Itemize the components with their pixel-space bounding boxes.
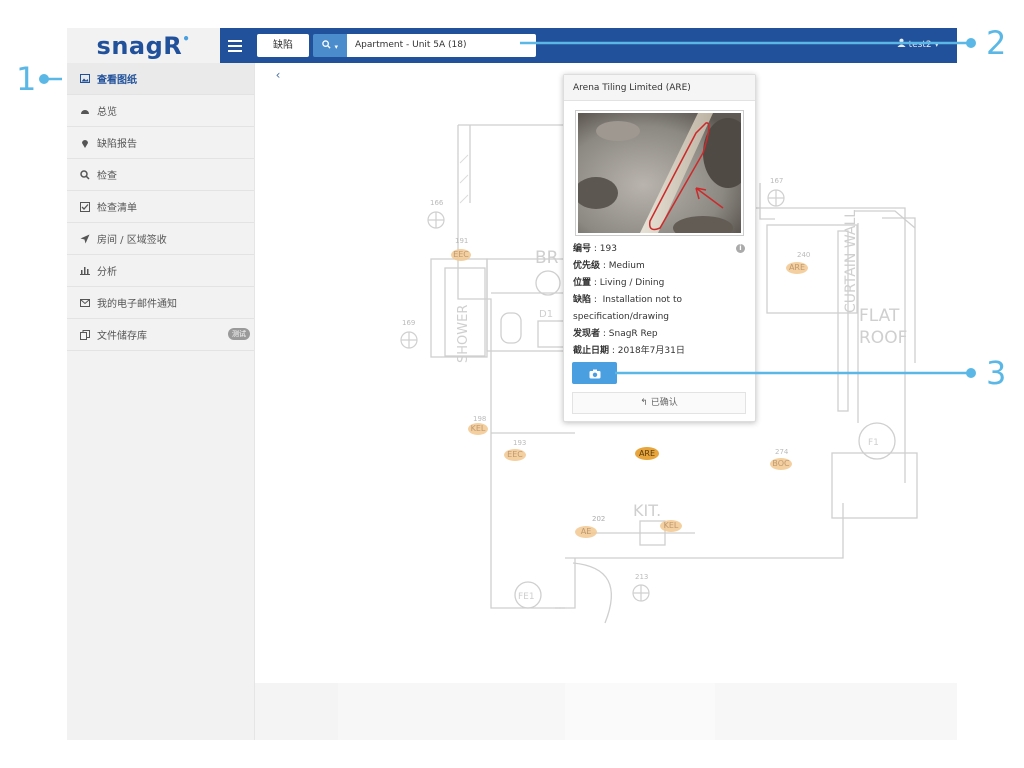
sidebar-item-label: 文件储存库: [97, 331, 147, 342]
filter-select[interactable]: 缺陷: [257, 34, 309, 57]
sidebar-item-overview[interactable]: 总览: [67, 95, 254, 127]
location-arrow-icon: [79, 233, 91, 245]
confirm-button[interactable]: ↰ 已确认: [572, 392, 746, 414]
app-window: snagR• 缺陷 ▾ Apartment - Unit 5A (18) tes…: [67, 28, 957, 740]
logo-text: snagR•: [96, 31, 191, 60]
svg-text:240: 240: [797, 251, 810, 259]
svg-text:191: 191: [455, 237, 468, 245]
svg-text:166: 166: [430, 199, 444, 207]
logo[interactable]: snagR•: [67, 28, 220, 63]
beta-badge: 测试: [228, 328, 250, 340]
files-icon: [79, 329, 91, 341]
defect-description-row: 缺陷 : Installation not to specification/d…: [573, 295, 682, 322]
user-menu[interactable]: test2 ▾: [897, 28, 939, 63]
defect-pin[interactable]: EEC: [504, 449, 526, 461]
dashboard-icon: [79, 105, 91, 117]
defect-pin[interactable]: KEL: [660, 520, 682, 532]
search-icon: [79, 169, 91, 181]
callout-number-3: 3: [986, 354, 1007, 392]
search-icon: [322, 39, 335, 52]
callout-number-1: 1: [16, 60, 37, 98]
defect-popup: Arena Tiling Limited (ARE) i 编号 : 193 优先…: [563, 74, 756, 422]
sidebar-item-label: 分析: [97, 267, 117, 278]
sidebar-item-label: 检查: [97, 171, 117, 182]
sidebar-item-label: 房间 / 区域签收: [97, 235, 167, 246]
sidebar-item-label: 检查清单: [97, 203, 137, 214]
project-search-input[interactable]: Apartment - Unit 5A (18): [347, 34, 536, 57]
svg-text:BR: BR: [535, 248, 559, 268]
location-row: 位置 : Living / Dining: [573, 278, 665, 288]
sidebar-item-label: 总览: [97, 107, 117, 118]
svg-text:198: 198: [473, 415, 486, 423]
svg-text:CURTAIN WALL: CURTAIN WALL: [843, 210, 859, 313]
selected-defect-pin[interactable]: ARE: [635, 447, 659, 460]
svg-text:202: 202: [592, 515, 605, 523]
user-icon: [897, 38, 909, 50]
caret-down-icon: ▾: [334, 43, 338, 51]
sidebar-item-defect-report[interactable]: 缺陷报告: [67, 127, 254, 159]
user-name: test2 ▾: [908, 40, 939, 50]
image-icon: [79, 73, 91, 85]
svg-text:F1: F1: [868, 438, 879, 448]
checklist-icon: [79, 201, 91, 213]
bar-chart-icon: [79, 265, 91, 277]
collapse-sidebar-chevron-icon[interactable]: ‹: [267, 65, 289, 85]
sidebar: 查看图纸 总览 缺陷报告 检查 检查清单 房间 / 区域签收 分析 我的电子邮件…: [67, 63, 255, 740]
defect-pin[interactable]: EEC: [451, 249, 471, 261]
svg-text:213: 213: [635, 573, 648, 581]
camera-icon: [589, 364, 601, 383]
callout-number-2: 2: [986, 24, 1007, 62]
sidebar-item-view-drawings[interactable]: 查看图纸: [67, 63, 254, 95]
contractor-title: Arena Tiling Limited (ARE): [564, 75, 755, 101]
sidebar-item-file-repository[interactable]: 文件储存库 测试: [67, 319, 254, 351]
due-date-row: 截止日期 : 2018年7月31日: [573, 346, 685, 356]
defect-pin[interactable]: BOC: [770, 458, 792, 470]
camera-button[interactable]: [572, 362, 617, 384]
defect-pin[interactable]: ARE: [786, 262, 808, 274]
svg-text:169: 169: [402, 319, 415, 327]
defect-photo-image: [578, 113, 741, 233]
sidebar-item-label: 查看图纸: [97, 75, 137, 86]
sidebar-item-label: 缺陷报告: [97, 139, 137, 150]
svg-text:SHOWER: SHOWER: [456, 305, 471, 363]
envelope-icon: [79, 297, 91, 309]
svg-text:FE1: FE1: [518, 592, 535, 602]
top-navbar: 缺陷 ▾ Apartment - Unit 5A (18) test2 ▾: [220, 28, 957, 63]
priority-row: 优先级 : Medium: [573, 261, 645, 271]
reported-by-row: 发现者 : SnagR Rep: [573, 329, 658, 339]
defect-pin[interactable]: AE: [575, 526, 597, 538]
sidebar-item-inspection[interactable]: 检查: [67, 159, 254, 191]
hamburger-menu-icon[interactable]: [220, 28, 250, 63]
svg-text:274: 274: [775, 448, 789, 456]
sidebar-item-email-notifications[interactable]: 我的电子邮件通知: [67, 287, 254, 319]
bottom-strip: [255, 683, 957, 740]
defect-id-row: 编号 : 193: [573, 244, 617, 254]
svg-text:167: 167: [770, 177, 783, 185]
map-pin-icon: [79, 137, 91, 149]
sidebar-item-label: 我的电子邮件通知: [97, 299, 177, 310]
svg-text:193: 193: [513, 439, 526, 447]
sidebar-item-room-signoff[interactable]: 房间 / 区域签收: [67, 223, 254, 255]
sidebar-item-checklist[interactable]: 检查清单: [67, 191, 254, 223]
svg-text:ROOF: ROOF: [859, 328, 907, 348]
defect-photo[interactable]: [575, 110, 744, 236]
defect-pin[interactable]: KEL: [468, 423, 488, 435]
faded-action-buttons: [624, 362, 748, 384]
svg-text:FLAT: FLAT: [859, 306, 900, 326]
svg-text:D1: D1: [539, 309, 553, 320]
sidebar-item-analysis[interactable]: 分析: [67, 255, 254, 287]
search-dropdown-button[interactable]: ▾: [313, 34, 347, 57]
svg-text:KIT.: KIT.: [633, 501, 661, 520]
